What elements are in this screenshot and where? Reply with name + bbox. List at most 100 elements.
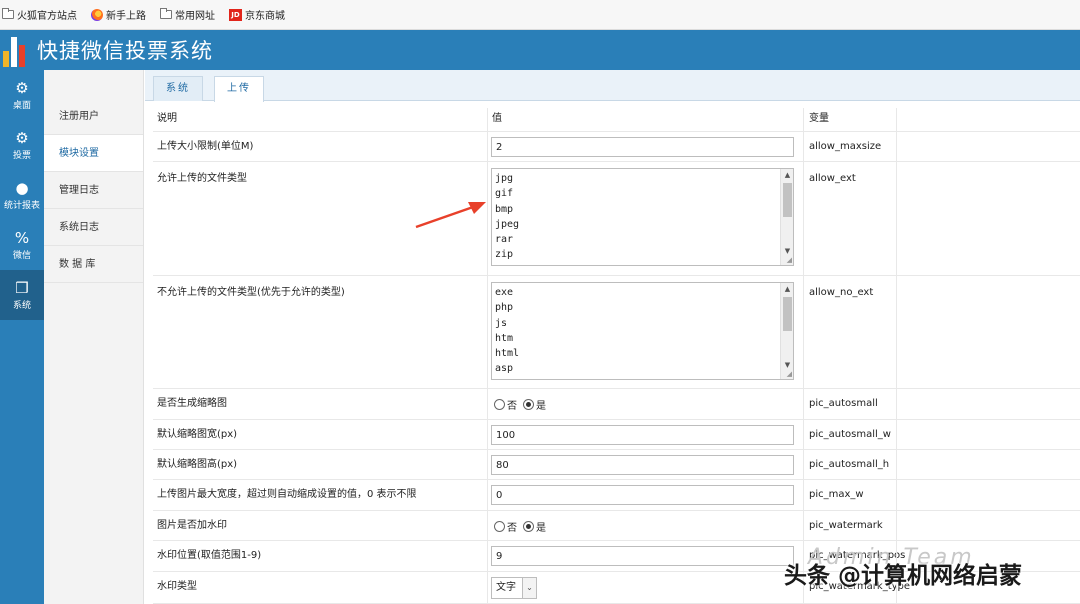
scroll-thumb[interactable] — [783, 183, 792, 217]
pic-watermark-pos-input[interactable] — [491, 546, 794, 566]
sidebar-item-system-log[interactable]: 系统日志 — [44, 209, 143, 246]
scrollbar[interactable]: ▲ ▼ — [780, 283, 793, 379]
nav-vote[interactable]: ⚙ 投票 — [0, 120, 44, 170]
pic-autosmall-w-input[interactable] — [491, 425, 794, 445]
row-label: 图片是否加水印 — [157, 520, 227, 531]
allow-ext-textarea[interactable]: jpg gif bmp jpeg rar zip ▲ ▼ ◢ — [491, 168, 794, 266]
resize-grip-icon[interactable]: ◢ — [787, 370, 792, 378]
sidebar-item-registered-users[interactable]: 注册用户 — [44, 98, 143, 135]
sidebar-item-database[interactable]: 数 据 库 — [44, 246, 143, 283]
bookmark-common-sites[interactable]: 常用网址 — [160, 7, 215, 22]
tab-bar: 系统 上传 — [145, 70, 1080, 102]
bookmark-firefox-site[interactable]: 火狐官方站点 — [2, 7, 77, 22]
textarea-content: jpg gif bmp jpeg rar zip — [495, 173, 520, 261]
tab-system[interactable]: 系统 — [153, 76, 203, 101]
table-row: 不允许上传的文件类型(优先于允许的类型) exe php js htm html… — [153, 276, 1080, 389]
bookmark-label: 火狐官方站点 — [17, 11, 77, 22]
radio-no[interactable] — [494, 398, 505, 410]
nav-label: 桌面 — [12, 100, 31, 111]
bookmark-label: 京东商城 — [245, 11, 285, 22]
pic-autosmall-h-input[interactable] — [491, 455, 794, 475]
row-label: 是否生成缩略图 — [157, 398, 227, 409]
nav-label: 统计报表 — [3, 200, 40, 211]
row-label: 默认缩略图宽(px) — [157, 429, 238, 440]
scrollbar[interactable]: ▲ ▼ — [780, 169, 793, 265]
nav-label: 微信 — [12, 250, 31, 261]
row-label: 水印位置(取值范围1-9) — [157, 550, 262, 561]
box-icon: ❒ — [15, 278, 29, 297]
radio-no[interactable] — [494, 520, 505, 532]
watermark-text: 头条 @计算机网络启蒙 — [784, 563, 1023, 589]
table-row: 默认缩略图宽(px) pic_autosmall_w — [153, 420, 1080, 450]
app-title: 快捷微信投票系统 — [37, 39, 213, 63]
percent-icon: % — [14, 228, 30, 247]
column-header-desc: 说明 — [157, 113, 177, 124]
column-header-blank — [896, 108, 1080, 131]
bookmark-jd[interactable]: JD 京东商城 — [229, 7, 285, 22]
nav-stats[interactable]: ● 统计报表 — [0, 170, 44, 220]
main-nav: ⚙ 桌面 ⚙ 投票 ● 统计报表 % 微信 ❒ 系统 — [0, 70, 44, 604]
bookmark-getting-started[interactable]: 新手上路 — [91, 7, 146, 22]
radio-label: 否 — [507, 400, 517, 412]
allow-maxsize-input[interactable] — [491, 137, 794, 157]
scroll-thumb[interactable] — [783, 297, 792, 331]
row-var: pic_max_w — [803, 480, 896, 510]
bookmark-label: 新手上路 — [106, 11, 146, 22]
gear-icon: ⚙ — [15, 128, 29, 147]
radio-label: 是 — [536, 522, 546, 534]
row-label: 不允许上传的文件类型(优先于允许的类型) — [157, 287, 345, 298]
table-row: 允许上传的文件类型 jpg gif bmp jpeg rar zip ▲ ▼ ◢ … — [153, 162, 1080, 276]
nav-label: 系统 — [12, 300, 31, 311]
resize-grip-icon[interactable]: ◢ — [787, 256, 792, 264]
row-var: allow_maxsize — [803, 132, 896, 161]
scroll-up-icon[interactable]: ▲ — [781, 283, 793, 295]
gear-icon: ⚙ — [15, 78, 29, 97]
radio-yes[interactable] — [523, 398, 534, 410]
nav-desktop[interactable]: ⚙ 桌面 — [0, 70, 44, 120]
tab-upload[interactable]: 上传 — [214, 76, 264, 102]
row-label: 水印类型 — [157, 581, 197, 592]
bookmarks-bar: 火狐官方站点 新手上路 常用网址 JD 京东商城 — [0, 0, 1080, 30]
settings-table: 说明 值 变量 上传大小限制(单位M) allow_maxsize 允许上传的文… — [153, 108, 1080, 604]
table-row: 上传大小限制(单位M) allow_maxsize — [153, 132, 1080, 162]
radio-label: 是 — [536, 400, 546, 412]
watermark-type-select[interactable]: 文字 ⌄ — [491, 577, 537, 599]
radio-label: 否 — [507, 522, 517, 534]
app-header: 快捷微信投票系统 — [0, 30, 1080, 70]
row-label: 默认缩略图高(px) — [157, 459, 238, 470]
scroll-up-icon[interactable]: ▲ — [781, 169, 793, 181]
main-content: 系统 上传 说明 值 变量 上传大小限制(单位M) allow_maxsize … — [145, 70, 1080, 604]
select-value: 文字 — [496, 582, 516, 593]
chevron-down-icon[interactable]: ⌄ — [522, 578, 536, 598]
jd-icon: JD — [229, 8, 242, 21]
column-header-var: 变量 — [803, 108, 896, 131]
firefox-icon — [91, 8, 103, 21]
row-label: 上传大小限制(单位M) — [157, 141, 254, 152]
allow-no-ext-textarea[interactable]: exe php js htm html asp ▲ ▼ ◢ — [491, 282, 794, 380]
row-label: 上传图片最大宽度，超过则自动缩成设置的值，0 表示不限 — [157, 489, 417, 500]
user-icon: ● — [15, 178, 29, 197]
folder-icon — [160, 8, 172, 19]
chart-logo-icon — [1, 31, 31, 69]
nav-label: 投票 — [12, 150, 31, 161]
pic-max-w-input[interactable] — [491, 485, 794, 505]
row-var: allow_ext — [803, 162, 896, 275]
nav-wechat[interactable]: % 微信 — [0, 220, 44, 270]
sidebar-item-module-settings[interactable]: 模块设置 — [44, 135, 143, 172]
sidebar-item-admin-log[interactable]: 管理日志 — [44, 172, 143, 209]
row-var: pic_autosmall_w — [803, 420, 896, 449]
row-var: pic_autosmall — [803, 389, 896, 419]
sub-sidebar: 注册用户 模块设置 管理日志 系统日志 数 据 库 — [44, 70, 144, 604]
table-row: 图片是否加水印 否 是 pic_watermark — [153, 511, 1080, 541]
annotation-arrow-icon — [415, 202, 486, 229]
nav-system[interactable]: ❒ 系统 — [0, 270, 44, 320]
table-row: 默认缩略图高(px) pic_autosmall_h — [153, 450, 1080, 480]
bookmark-label: 常用网址 — [175, 11, 215, 22]
table-row: 上传图片最大宽度，超过则自动缩成设置的值，0 表示不限 pic_max_w — [153, 480, 1080, 511]
table-header: 说明 值 变量 — [153, 108, 1080, 132]
table-row: 是否生成缩略图 否 是 pic_autosmall — [153, 389, 1080, 420]
row-var: allow_no_ext — [803, 276, 896, 388]
row-var: pic_watermark — [803, 511, 896, 540]
radio-yes[interactable] — [523, 520, 534, 532]
column-header-value: 值 — [487, 108, 803, 131]
